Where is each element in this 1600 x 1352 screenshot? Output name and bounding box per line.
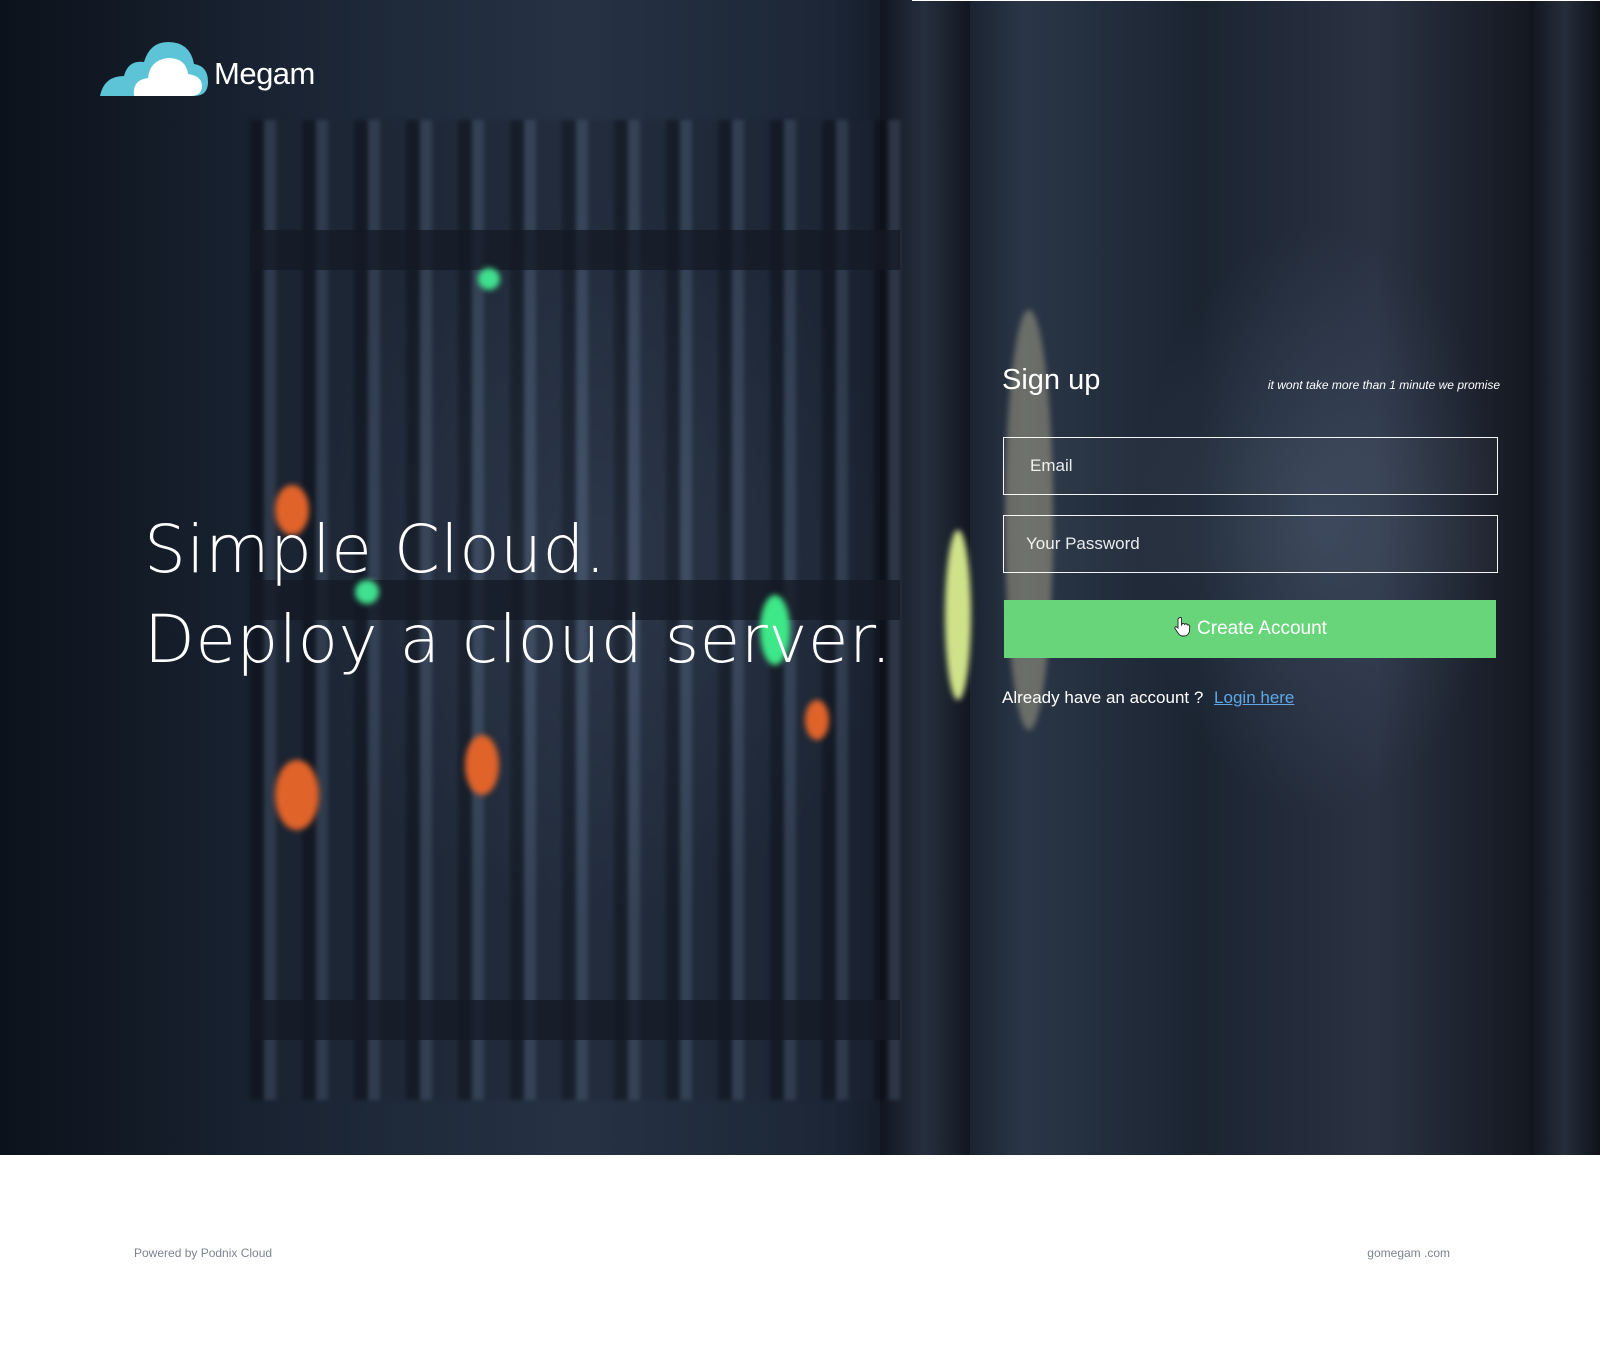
status-light [465, 735, 499, 795]
password-field[interactable] [1003, 515, 1498, 573]
top-divider [912, 0, 1600, 1]
signup-title: Sign up [1002, 364, 1101, 396]
email-field[interactable] [1003, 437, 1498, 495]
hero-line-1: Simple Cloud. [144, 511, 607, 588]
status-light [275, 760, 319, 830]
rack-band [250, 1000, 900, 1040]
login-prompt-text: Already have an account ? [1002, 688, 1204, 707]
hero-headline: Simple Cloud. Deploy a cloud server. [144, 505, 892, 685]
create-account-button[interactable]: Create Account [1004, 600, 1496, 658]
signup-note: it wont take more than 1 minute we promi… [1267, 378, 1500, 392]
login-link[interactable]: Login here [1214, 688, 1294, 707]
create-account-label: Create Account [1197, 618, 1327, 639]
status-light [945, 530, 971, 700]
status-light [805, 700, 829, 740]
logo[interactable]: Megam [98, 36, 315, 98]
hand-cursor-icon [1174, 617, 1191, 637]
hero-line-2: Deploy a cloud server. [144, 601, 893, 678]
footer-powered-by: Powered by Podnix Cloud [134, 1246, 273, 1260]
footer-site-link[interactable]: gomegam .com [1367, 1246, 1450, 1260]
login-prompt: Already have an account ? Login here [1002, 688, 1294, 708]
brand-name: Megam [214, 56, 315, 91]
status-light [478, 268, 500, 290]
cloud-icon [100, 42, 208, 96]
rack-band [250, 230, 900, 270]
rack-pillar [1530, 0, 1600, 1155]
